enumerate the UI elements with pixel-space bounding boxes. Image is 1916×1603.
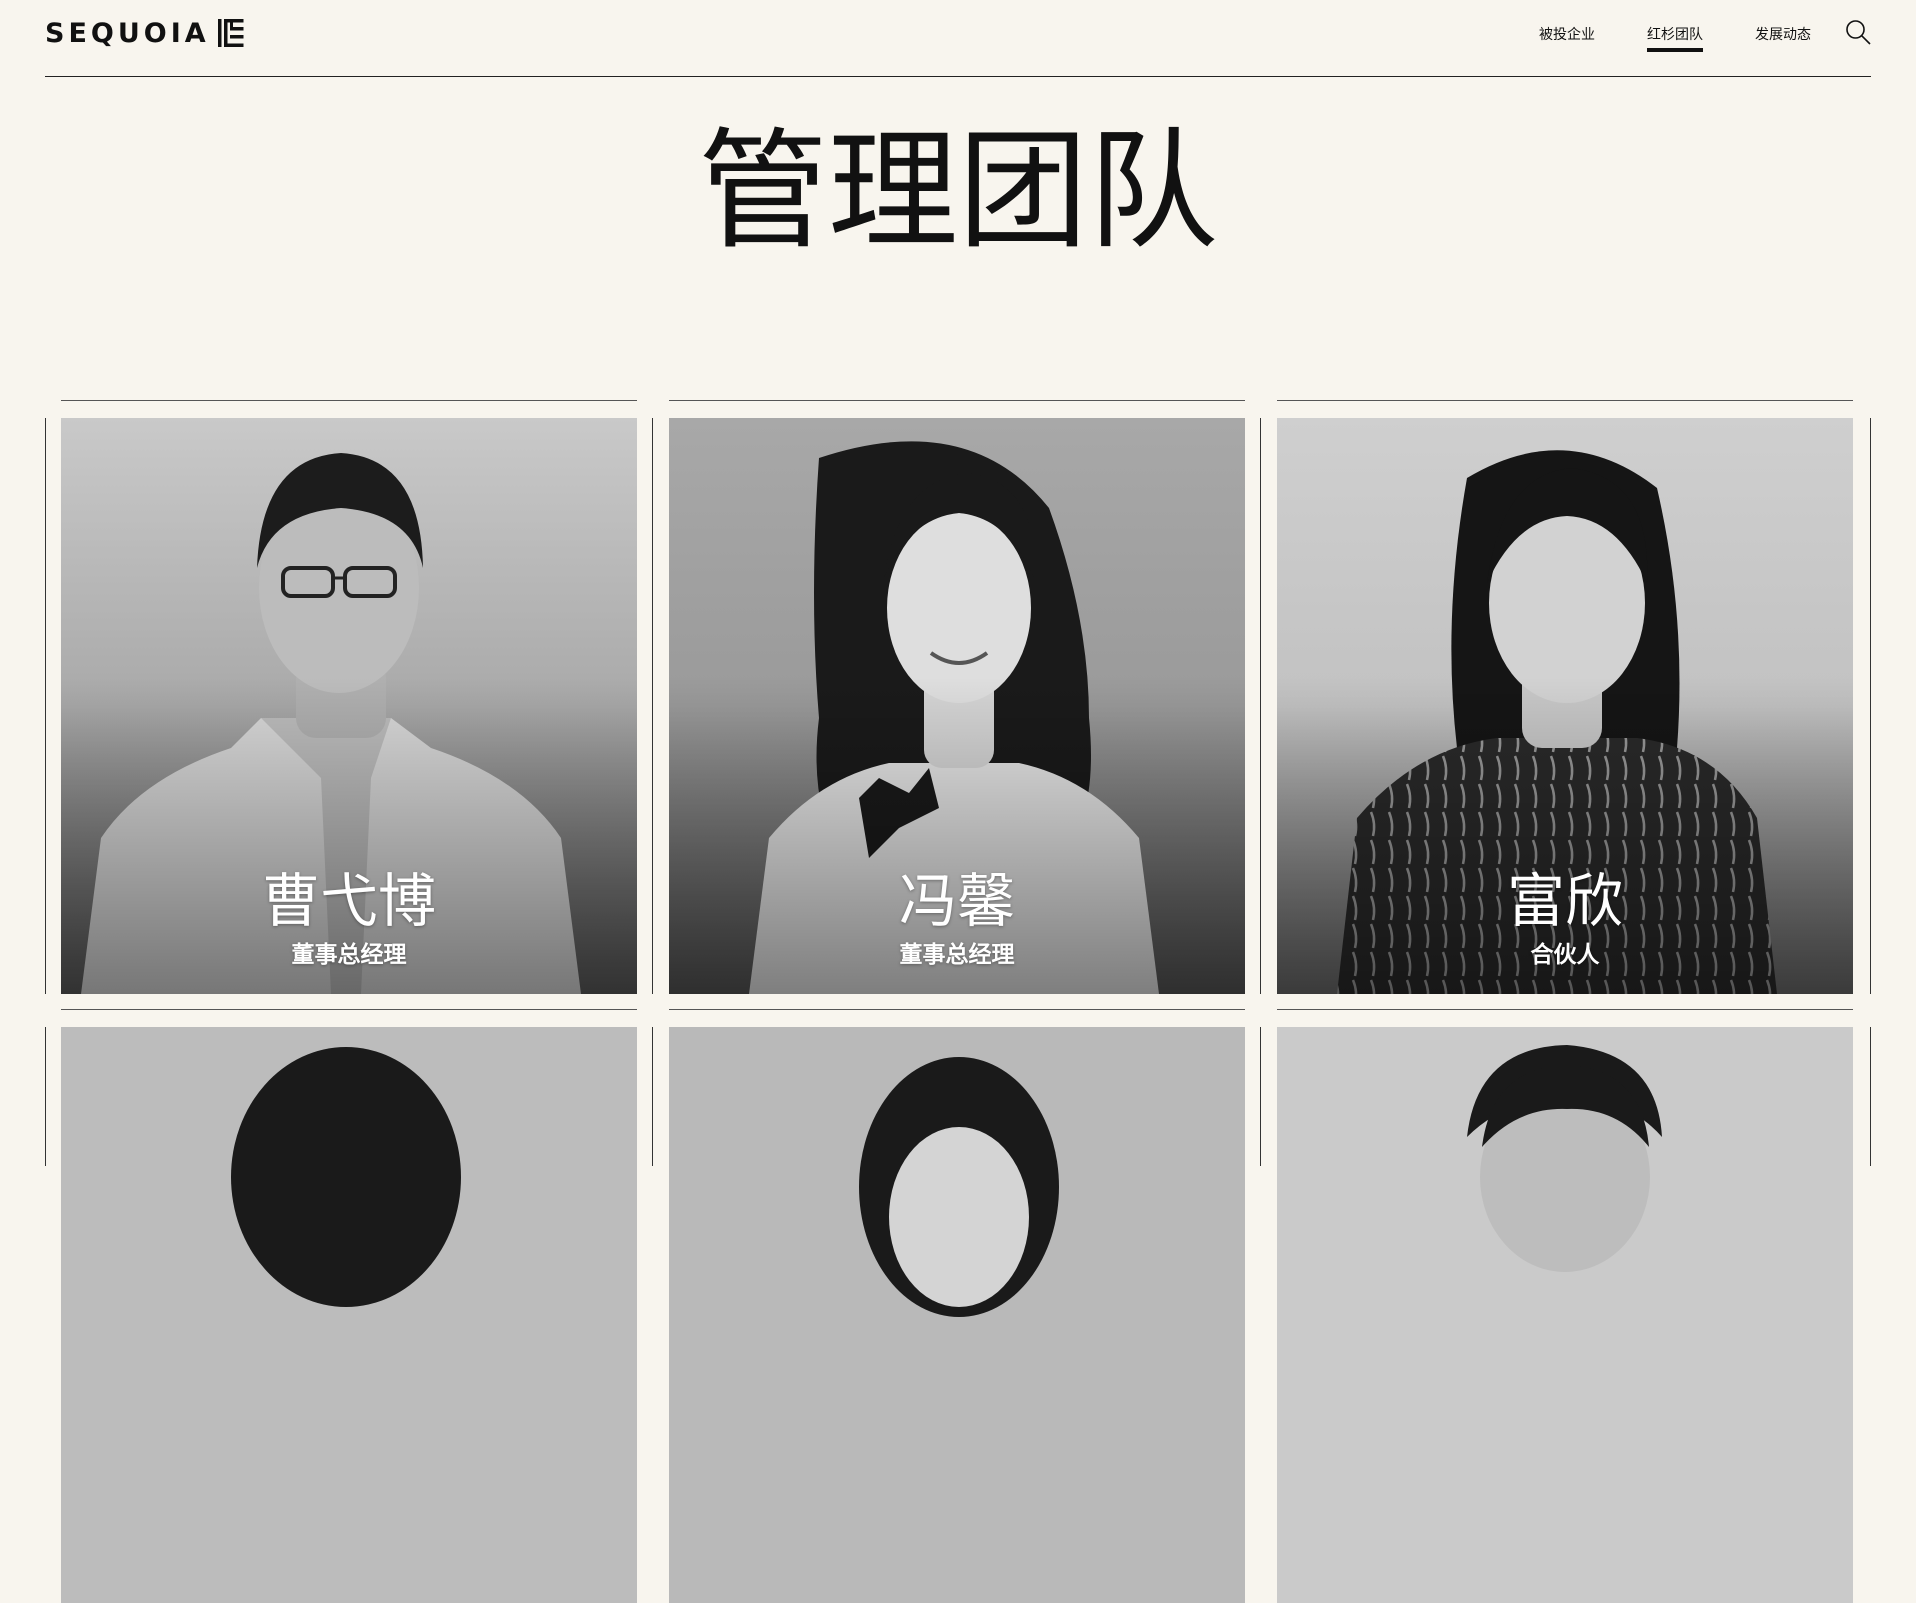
member-photo xyxy=(669,1027,1245,1603)
grid-divider xyxy=(652,418,653,994)
site-header: SEQUOIA 被投企业 红杉团队 发展动态 xyxy=(45,0,1871,77)
card-divider xyxy=(669,400,1245,401)
member-photo xyxy=(1277,1027,1853,1603)
member-name: 曹弋博 xyxy=(261,867,436,935)
member-caption xyxy=(669,1477,1245,1483)
search-button[interactable] xyxy=(1845,19,1871,45)
member-role: 董事总经理 xyxy=(899,942,1015,968)
member-caption: 曹弋博 董事总经理 xyxy=(61,868,637,970)
member-name: 冯馨 xyxy=(898,867,1015,935)
member-caption: 富欣 合伙人 xyxy=(1277,868,1853,970)
member-name: 富欣 xyxy=(1506,867,1623,935)
grid-divider xyxy=(1260,418,1261,994)
search-icon xyxy=(1846,20,1871,45)
logo-text: SEQUOIA xyxy=(45,17,210,49)
grid-divider xyxy=(1870,418,1871,994)
grid-divider xyxy=(652,1027,653,1166)
page-title: 管理团队 xyxy=(697,115,1218,267)
member-photo xyxy=(61,1027,637,1603)
member-caption: 冯馨 董事总经理 xyxy=(669,868,1245,970)
card-divider xyxy=(669,1009,1245,1010)
member-caption xyxy=(1277,1477,1853,1483)
member-role: 董事总经理 xyxy=(291,942,407,968)
grid-divider xyxy=(1870,1027,1871,1166)
card-divider xyxy=(1277,1009,1853,1010)
sequoia-mark-icon xyxy=(217,19,244,47)
grid-divider xyxy=(45,1027,46,1166)
nav-item-portfolio[interactable]: 被投企业 xyxy=(1539,22,1595,44)
team-grid: 曹弋博 董事总经理 冯馨 董事总经理 富欣 合伙人 xyxy=(45,400,1871,1603)
card-divider xyxy=(61,400,637,401)
member-role: 合伙人 xyxy=(1530,942,1600,968)
sequoia-logo[interactable]: SEQUOIA xyxy=(45,17,244,49)
member-caption xyxy=(61,1477,637,1483)
card-divider xyxy=(61,1009,637,1010)
card-divider xyxy=(1277,400,1853,401)
grid-divider xyxy=(45,418,46,994)
nav-item-team[interactable]: 红杉团队 xyxy=(1647,22,1703,52)
nav-item-news[interactable]: 发展动态 xyxy=(1755,22,1811,44)
main-nav: 被投企业 红杉团队 发展动态 xyxy=(1487,0,1871,66)
grid-divider xyxy=(1260,1027,1261,1166)
